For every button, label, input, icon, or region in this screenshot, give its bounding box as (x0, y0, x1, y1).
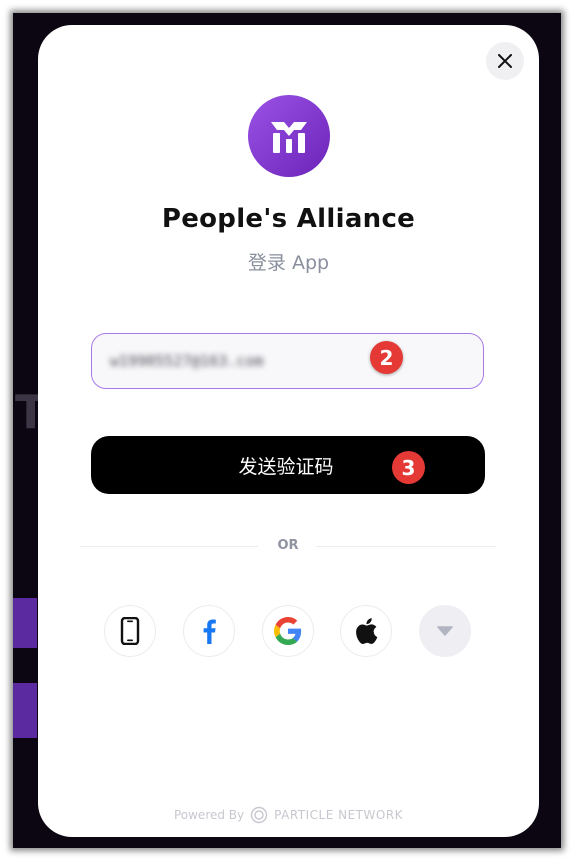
particle-network-logo-icon (250, 806, 268, 824)
phone-icon (120, 617, 140, 645)
step-badge-2: 2 (370, 341, 403, 374)
send-code-label: 发送验证码 (238, 455, 334, 478)
background-strip (13, 683, 37, 738)
step-badge-3: 3 (392, 451, 425, 484)
google-login-button[interactable] (262, 605, 314, 657)
login-subtitle: 登录 App (247, 252, 330, 274)
close-icon (498, 54, 512, 68)
alliance-logo-icon (271, 122, 307, 153)
background-strip (13, 598, 37, 648)
or-divider: OR (80, 536, 496, 556)
email-value: w19905527@163.com (110, 352, 264, 370)
app-logo (248, 95, 330, 177)
app-title: People's Alliance (161, 204, 416, 234)
facebook-icon (203, 619, 216, 644)
email-input[interactable]: w19905527@163.com (91, 333, 484, 389)
powered-by-footer: Powered By PARTICLE NETWORK (0, 806, 577, 824)
apple-login-button[interactable] (340, 605, 392, 657)
phone-login-button[interactable] (104, 605, 156, 657)
close-button[interactable] (486, 42, 524, 80)
send-code-button[interactable]: 发送验证码 (91, 436, 485, 494)
particle-network-label: PARTICLE NETWORK (274, 808, 404, 822)
apple-icon (356, 618, 378, 645)
more-options-button[interactable] (419, 605, 471, 657)
chevron-down-icon (437, 626, 453, 636)
google-icon (274, 617, 302, 645)
powered-by-label: Powered By (173, 808, 245, 822)
facebook-login-button[interactable] (183, 605, 235, 657)
or-label: OR (277, 538, 299, 553)
